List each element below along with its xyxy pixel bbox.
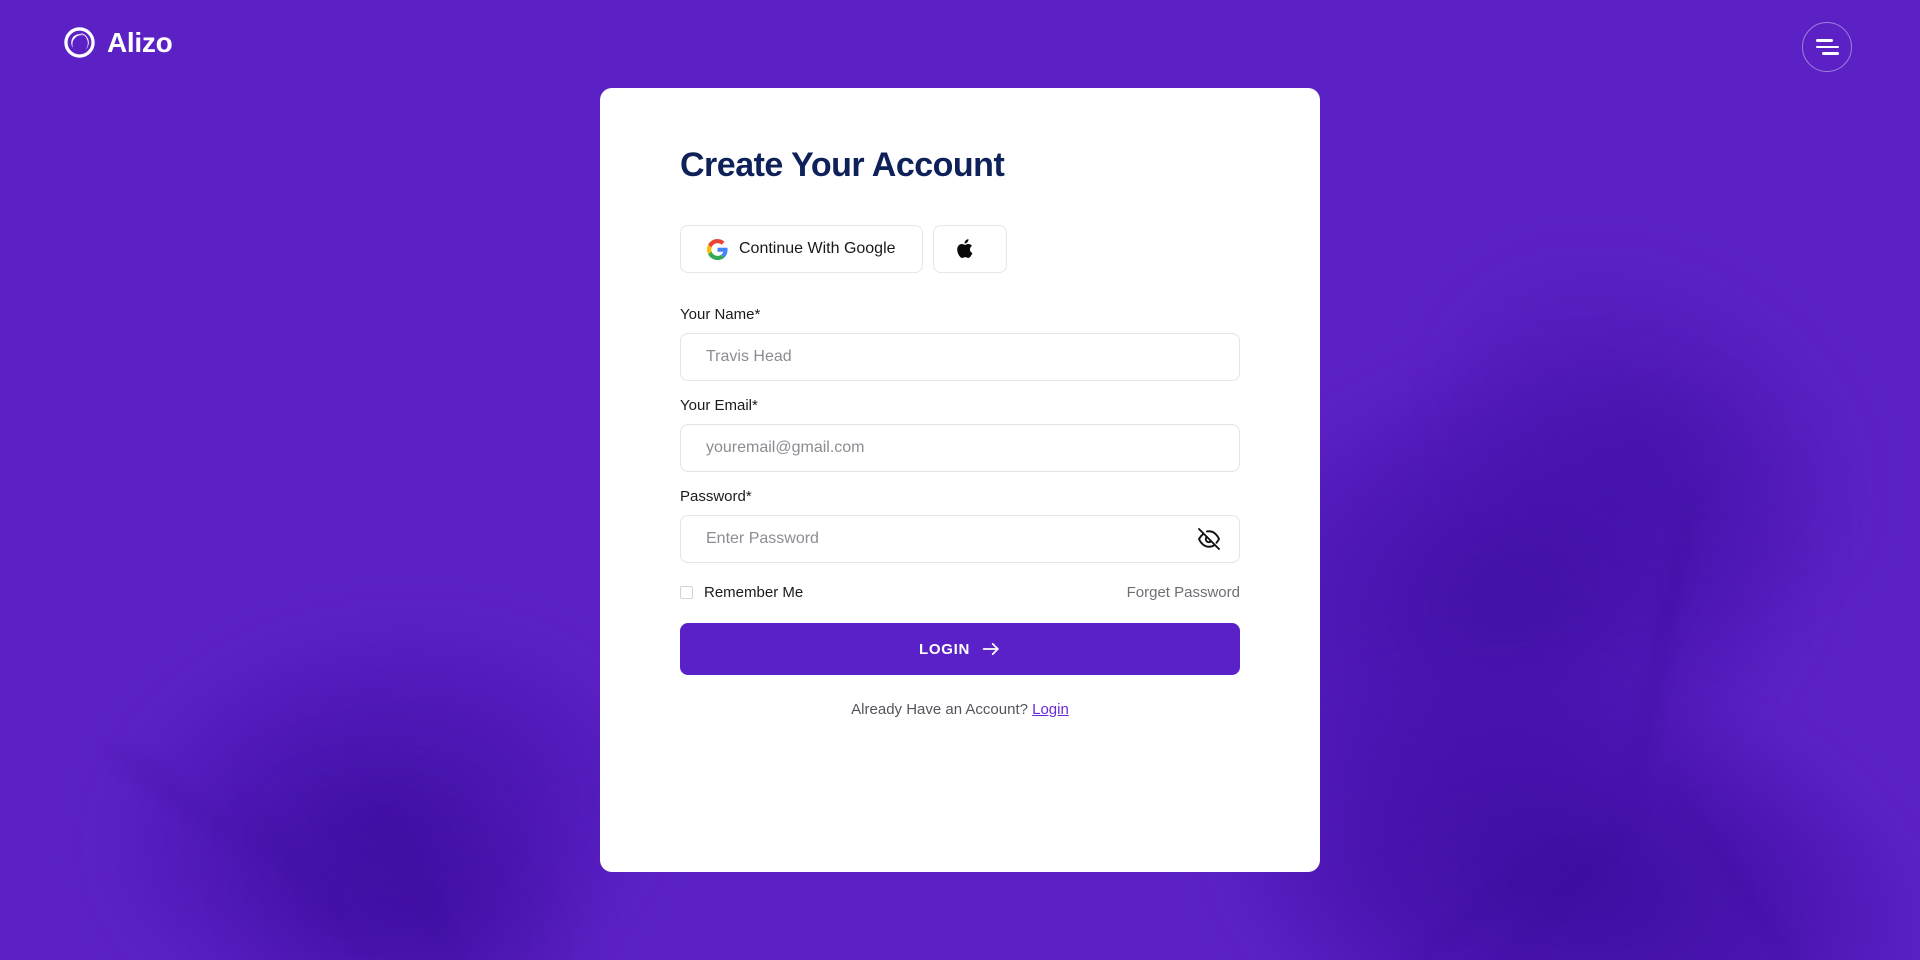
google-g-icon — [707, 238, 728, 260]
forget-password-link[interactable]: Forget Password — [1127, 584, 1240, 601]
existing-account-text: Already Have an Account? — [851, 701, 1028, 718]
remember-me-label: Remember Me — [704, 584, 804, 601]
password-input[interactable] — [680, 515, 1240, 563]
hamburger-menu-icon-line — [1821, 52, 1839, 55]
name-input-wrap — [680, 333, 1240, 381]
brand-logo[interactable]: Alizo — [64, 26, 173, 58]
password-input-wrap — [680, 515, 1240, 563]
eye-off-icon — [1198, 528, 1220, 550]
apple-logo-icon — [956, 239, 972, 258]
email-input[interactable] — [680, 424, 1240, 472]
hamburger-menu-button[interactable] — [1802, 22, 1852, 72]
toggle-password-visibility-button[interactable] — [1196, 526, 1222, 552]
page-header: Alizo — [0, 0, 1920, 95]
email-field-label: Your Email* — [680, 397, 758, 414]
continue-with-apple-button[interactable] — [932, 225, 1007, 273]
remember-me-group[interactable]: Remember Me — [680, 584, 803, 601]
hamburger-menu-icon-line — [1815, 45, 1839, 49]
remember-me-checkbox[interactable] — [680, 586, 693, 599]
password-field-label: Password* — [680, 488, 752, 505]
login-button[interactable]: LOGIN — [680, 623, 1240, 675]
password-field-group: Password* — [680, 488, 1240, 563]
form-options-row: Remember Me Forget Password — [680, 584, 1240, 601]
existing-account-footer: Already Have an Account? Login — [680, 701, 1240, 718]
brand-logo-text: Alizo — [107, 26, 173, 58]
name-input[interactable] — [680, 333, 1240, 381]
email-input-wrap — [680, 424, 1240, 472]
name-field-group: Your Name* — [680, 306, 1240, 381]
continue-with-google-label: Continue With Google — [739, 240, 896, 257]
login-link[interactable]: Login — [1032, 701, 1069, 718]
signup-card: Create Your Account Continue With Google — [600, 88, 1320, 872]
hamburger-menu-icon-line — [1815, 39, 1833, 42]
arrow-right-icon — [982, 642, 999, 656]
page-title: Create Your Account — [680, 146, 1005, 184]
social-login-row: Continue With Google — [680, 225, 1240, 273]
continue-with-google-button[interactable]: Continue With Google — [680, 225, 923, 273]
name-field-label: Your Name* — [680, 306, 761, 323]
alizo-ring-logo-icon — [64, 27, 95, 58]
email-field-group: Your Email* — [680, 397, 1240, 472]
login-button-label: LOGIN — [919, 640, 970, 658]
